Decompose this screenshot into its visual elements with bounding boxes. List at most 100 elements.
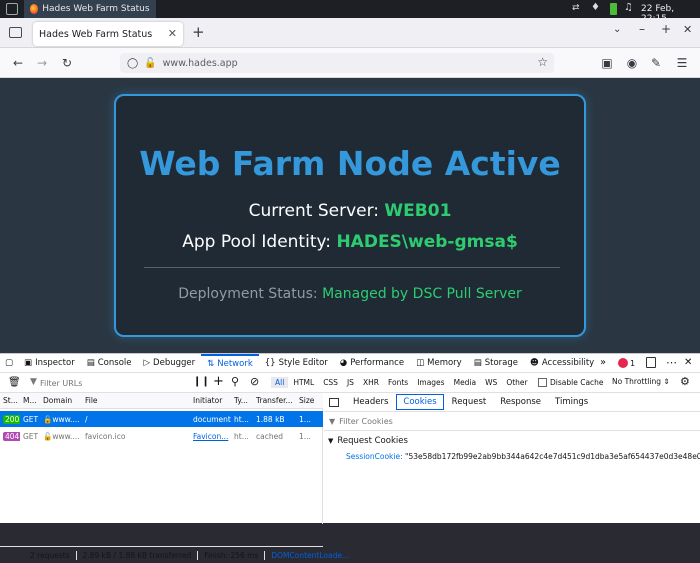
filter-html[interactable]: HTML bbox=[289, 377, 318, 388]
volume-icon[interactable]: ♫ bbox=[624, 2, 633, 13]
filter-ws[interactable]: WS bbox=[481, 377, 501, 388]
cookie-value: "53e58db172fb99e2ab9bb344a642c4e7d451c9d… bbox=[405, 452, 700, 461]
filter-urls-input[interactable] bbox=[40, 376, 180, 390]
status-card: Web Farm Node Active Current Server: WEB… bbox=[114, 94, 586, 337]
tab-debugger[interactable]: ▷ Debugger bbox=[138, 354, 202, 373]
url-text[interactable]: www.hades.app bbox=[163, 58, 238, 69]
pause-icon[interactable]: ❙❙ bbox=[193, 376, 210, 387]
col-transfer[interactable]: Transfer... bbox=[253, 396, 296, 405]
tab-cookies[interactable]: Cookies bbox=[396, 394, 444, 410]
menu-icon[interactable]: ☰ bbox=[672, 53, 692, 73]
tab-inspector[interactable]: ▣ Inspector bbox=[18, 354, 81, 373]
notification-bell-icon[interactable]: ♦ bbox=[591, 2, 600, 13]
tab-request[interactable]: Request bbox=[446, 395, 493, 409]
navigation-bar: ← → ↻ ◯ 🔓 www.hades.app ☆ ▣ ◉ ✎ ☰ bbox=[0, 48, 700, 78]
filter-cookies-input[interactable] bbox=[339, 416, 540, 426]
request-table: St... M... Domain File Initiator Ty... T… bbox=[0, 393, 349, 560]
tab-storage[interactable]: ▤ Storage bbox=[468, 354, 524, 373]
add-request-icon[interactable]: + bbox=[213, 374, 224, 389]
url-bar[interactable]: ◯ 🔓 www.hades.app ☆ bbox=[120, 53, 554, 73]
minimize-icon[interactable]: – bbox=[639, 22, 645, 36]
filter-funnel-icon: ▼ bbox=[30, 377, 37, 387]
tab-network[interactable]: ⇅ Network bbox=[201, 353, 259, 373]
filter-js[interactable]: JS bbox=[343, 377, 358, 388]
cell-method: GET bbox=[23, 431, 39, 441]
tab-accessibility[interactable]: ☻ Accessibility bbox=[524, 354, 600, 373]
filter-other[interactable]: Other bbox=[502, 377, 531, 388]
identity-value: HADES\web-gmsa$ bbox=[336, 232, 518, 252]
cell-initiator[interactable]: Favicon... bbox=[190, 432, 231, 441]
forward-arrow-icon[interactable]: → bbox=[32, 53, 52, 73]
disable-cache-checkbox[interactable] bbox=[538, 378, 547, 387]
request-count: 2 requests bbox=[0, 550, 77, 560]
extensions-icon[interactable]: ✎ bbox=[646, 53, 666, 73]
filter-css[interactable]: CSS bbox=[319, 377, 342, 388]
insecure-lock-icon[interactable]: 🔓 bbox=[144, 58, 156, 69]
tab-console[interactable]: ▤ Console bbox=[81, 354, 138, 373]
pick-element-icon[interactable]: ▢ bbox=[0, 354, 18, 373]
browser-tab-strip: Hades Web Farm Status ✕ + ⌄ – + ✕ bbox=[0, 18, 700, 48]
devtools-toolbar: ▢ ▣ Inspector ▤ Console ▷ Debugger ⇅ Net… bbox=[0, 353, 700, 373]
request-cookies-section[interactable]: ▼ Request Cookies bbox=[328, 436, 408, 446]
taskbar-window-button[interactable]: Hades Web Farm Status — ... bbox=[24, 0, 156, 18]
tab-style-editor[interactable]: {} Style Editor bbox=[259, 354, 334, 373]
error-badge[interactable]: 1 bbox=[618, 358, 635, 368]
shield-icon[interactable]: ◯ bbox=[127, 58, 138, 69]
toggle-sidebar-icon[interactable] bbox=[329, 397, 339, 407]
table-row[interactable]: 200 GET 🔓www.... / document ht... 1.88 k… bbox=[0, 411, 323, 427]
filter-media[interactable]: Media bbox=[450, 377, 481, 388]
col-type[interactable]: Ty... bbox=[231, 396, 253, 405]
reload-icon[interactable]: ↻ bbox=[57, 53, 77, 73]
list-tabs-icon[interactable]: ⌄ bbox=[613, 24, 621, 35]
cell-domain: 🔓www.... bbox=[43, 431, 80, 441]
divider bbox=[144, 267, 560, 268]
cookie-entry[interactable]: SessionCookie: "53e58db172fb99e2ab9bb344… bbox=[346, 452, 700, 461]
tab-response[interactable]: Response bbox=[494, 395, 547, 409]
account-icon[interactable]: ◉ bbox=[622, 53, 642, 73]
server-value: WEB01 bbox=[384, 201, 452, 221]
disable-cache-label[interactable]: Disable Cache bbox=[550, 378, 604, 387]
dock-side-icon[interactable] bbox=[646, 357, 656, 368]
battery-icon[interactable] bbox=[610, 3, 617, 15]
network-icon[interactable]: ⇄ bbox=[572, 3, 580, 13]
bookmark-star-icon[interactable]: ☆ bbox=[537, 55, 548, 69]
col-file[interactable]: File bbox=[82, 396, 190, 405]
chevron-down-icon: ▼ bbox=[328, 437, 334, 445]
col-size[interactable]: Size bbox=[296, 396, 321, 405]
devtools-options-icon[interactable]: ⋯ bbox=[666, 356, 677, 369]
col-domain[interactable]: Domain bbox=[40, 396, 82, 405]
pocket-icon[interactable]: ▣ bbox=[597, 53, 617, 73]
tab-memory[interactable]: ◫ Memory bbox=[410, 354, 468, 373]
close-tab-icon[interactable]: ✕ bbox=[168, 27, 177, 40]
tab-timings[interactable]: Timings bbox=[549, 395, 594, 409]
filter-xhr[interactable]: XHR bbox=[359, 377, 383, 388]
status-badge: 200 bbox=[3, 414, 20, 424]
new-tab-icon[interactable]: + bbox=[192, 23, 205, 41]
back-arrow-icon[interactable]: ← bbox=[8, 53, 28, 73]
network-settings-gear-icon[interactable]: ⚙ bbox=[680, 375, 690, 388]
tab-overview-icon[interactable] bbox=[9, 27, 22, 38]
app-menu-icon[interactable] bbox=[6, 3, 18, 15]
filter-fonts[interactable]: Fonts bbox=[384, 377, 412, 388]
maximize-icon[interactable]: + bbox=[661, 22, 671, 36]
throttling-select[interactable]: No Throttling ⇕ bbox=[612, 377, 670, 386]
col-initiator[interactable]: Initiator bbox=[190, 396, 231, 405]
more-tabs-chevron-icon[interactable]: » bbox=[600, 357, 606, 368]
filter-all[interactable]: All bbox=[271, 377, 289, 388]
col-status[interactable]: St... bbox=[0, 396, 20, 405]
os-taskbar: Hades Web Farm Status — ... ⇄ ♦ ♫ 22 Feb… bbox=[0, 0, 700, 24]
server-label: Current Server: bbox=[248, 201, 380, 221]
block-urls-icon[interactable]: ⊘ bbox=[250, 375, 259, 388]
cell-file: favicon.ico bbox=[85, 431, 126, 441]
col-method[interactable]: M... bbox=[20, 396, 40, 405]
search-icon[interactable]: ⚲ bbox=[231, 375, 239, 388]
table-row[interactable]: 404 GET 🔓www.... favicon.ico Favicon... … bbox=[0, 428, 323, 444]
close-devtools-icon[interactable]: ✕ bbox=[684, 357, 692, 368]
tab-performance[interactable]: ◕ Performance bbox=[334, 354, 410, 373]
filter-images[interactable]: Images bbox=[413, 377, 448, 388]
clear-requests-icon[interactable]: 🗑 bbox=[8, 377, 21, 388]
filter-funnel-icon: ▼ bbox=[329, 416, 336, 426]
tab-headers[interactable]: Headers bbox=[347, 395, 394, 409]
close-window-icon[interactable]: ✕ bbox=[683, 23, 692, 36]
browser-tab-active[interactable]: Hades Web Farm Status ✕ bbox=[33, 22, 183, 46]
